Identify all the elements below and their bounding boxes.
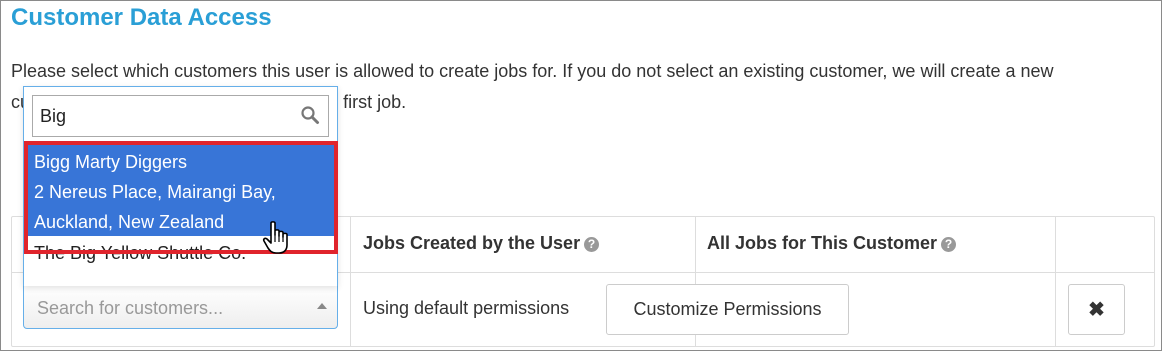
column-divider — [350, 217, 351, 346]
column-header-label: Jobs Created by the User — [363, 233, 581, 253]
option-address-line: 2 Nereus Place, Mairangi Bay, — [34, 182, 276, 202]
column-header-label: All Jobs for This Customer — [707, 233, 938, 253]
customer-search-box — [32, 95, 329, 137]
column-header-jobs-created: Jobs Created by the User? — [363, 233, 600, 254]
question-circle-icon[interactable]: ? — [941, 237, 957, 252]
customer-select[interactable]: Search for customers... — [23, 285, 338, 329]
customize-permissions-button[interactable]: Customize Permissions — [606, 284, 849, 335]
search-icon — [301, 106, 319, 124]
column-divider — [1055, 217, 1056, 346]
caret-up-icon — [317, 303, 327, 309]
option-name: Bigg Marty Diggers — [34, 152, 188, 172]
customer-select-placeholder: Search for customers... — [37, 298, 224, 318]
remove-row-button[interactable]: ✖ — [1068, 284, 1125, 335]
customer-search-input[interactable] — [33, 96, 293, 136]
question-circle-icon[interactable]: ? — [584, 237, 600, 252]
page-title: Customer Data Access — [11, 4, 272, 31]
hand-pointer-icon — [262, 221, 288, 254]
column-header-all-jobs: All Jobs for This Customer? — [707, 233, 957, 254]
customer-dropdown: Bigg Marty Diggers 2 Nereus Place, Maira… — [23, 86, 338, 286]
description-line-1: Please select which customers this user … — [11, 61, 1054, 81]
permissions-status: Using default permissions — [363, 298, 570, 318]
